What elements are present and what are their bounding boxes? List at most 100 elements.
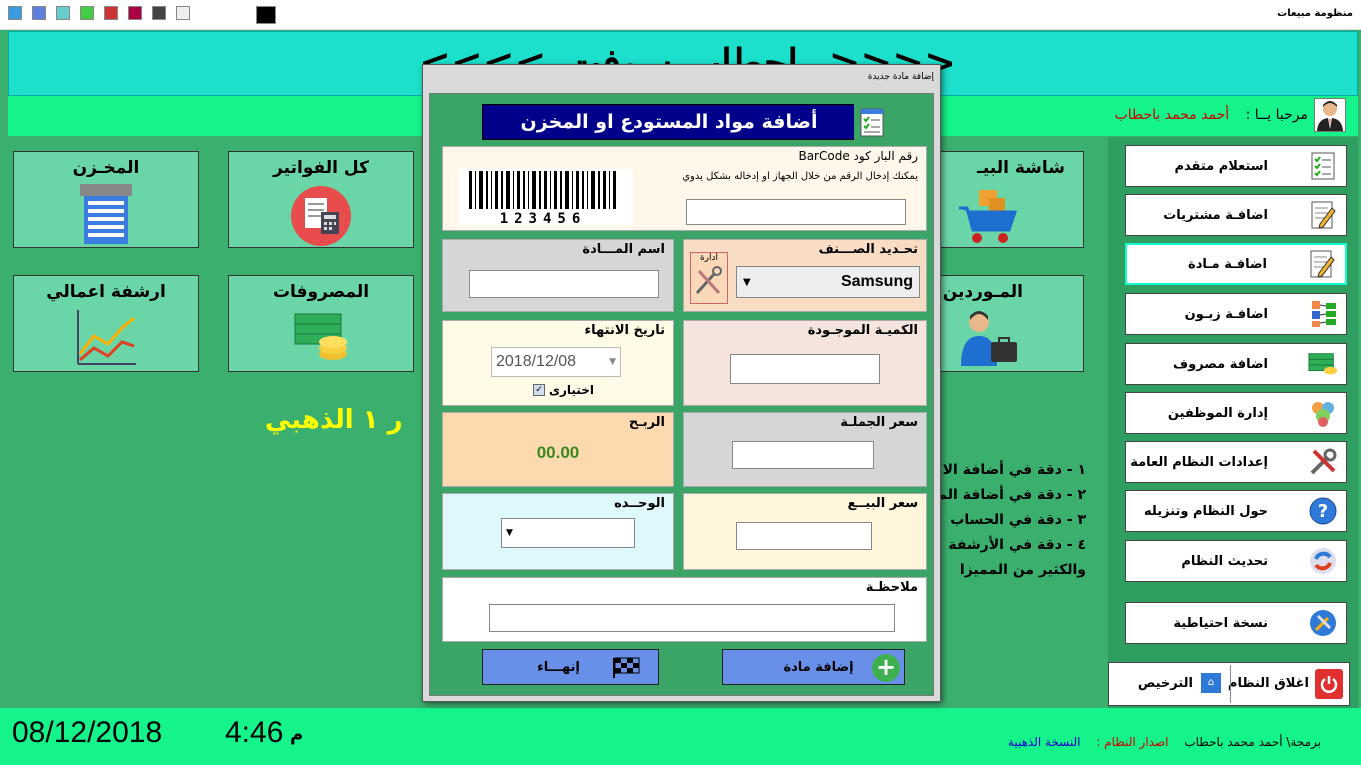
unit-label: الوحــده bbox=[614, 496, 665, 511]
version-label: اصدار النظام : bbox=[1096, 735, 1169, 749]
power-icon[interactable] bbox=[1315, 669, 1343, 699]
sidebar-item-add-expense[interactable]: اضافة مصروف bbox=[1125, 343, 1347, 385]
tile-label: المصروفات bbox=[272, 282, 370, 302]
svg-text:?: ? bbox=[1318, 501, 1328, 522]
checkered-flag-icon bbox=[612, 656, 640, 682]
top-bar: منظومة مبيعات bbox=[0, 0, 1361, 30]
expiry-panel: تاريخ الانتهاء 2018/12/08 ▼ اختيارى ✓ bbox=[442, 320, 674, 406]
unit-select[interactable]: ▼ bbox=[501, 518, 635, 548]
note-input[interactable] bbox=[489, 604, 895, 632]
feature-item: ٣ - دقة في الحساب bbox=[950, 512, 1086, 528]
category-selected: Samsung bbox=[840, 273, 913, 290]
tile-warehouse[interactable]: المخـزن bbox=[13, 151, 199, 248]
swatch[interactable] bbox=[128, 6, 142, 20]
license-button[interactable]: الترخيص bbox=[1138, 676, 1193, 691]
note-panel: ملاحظـة bbox=[442, 577, 927, 642]
checklist-icon bbox=[1308, 151, 1338, 181]
barcode-input[interactable] bbox=[686, 199, 906, 225]
tools-icon bbox=[1308, 447, 1338, 477]
sidebar-item-label: حول النظام وتنزيله bbox=[1144, 503, 1268, 519]
chevron-down-icon: ▼ bbox=[609, 357, 616, 367]
barcode-title: رقم البار كود BarCode bbox=[798, 149, 918, 163]
expiry-date-value: 2018/12/08 bbox=[496, 353, 577, 370]
wholesale-label: سعر الجملـة bbox=[840, 415, 918, 430]
manage-category-button[interactable]: ادارة bbox=[690, 252, 728, 304]
sidebar-item-add-purchases[interactable]: اضافـة مشتريات bbox=[1125, 194, 1347, 236]
barcode-hint: يمكنك إدخال الرقم من خلال الجهاز او إدخا… bbox=[682, 171, 918, 182]
add-material-button[interactable]: + إضافة مادة bbox=[722, 649, 905, 685]
category-select[interactable]: ▼ Samsung bbox=[736, 266, 920, 298]
add-material-dialog: إضافة مادة جديدة أضافة مواد المستودع او … bbox=[422, 64, 941, 702]
quantity-label: الكميـة الموجـودة bbox=[807, 323, 918, 338]
checkbox-icon[interactable]: ✓ bbox=[533, 384, 545, 396]
sidebar-item-backup[interactable]: نسخة احتياطية bbox=[1125, 602, 1347, 644]
tile-label: ارشفة اعمالي bbox=[46, 282, 166, 302]
help-icon: ? bbox=[1308, 496, 1338, 526]
profit-value: 00.00 bbox=[536, 443, 580, 462]
name-input[interactable] bbox=[469, 270, 659, 298]
dialog-heading: أضافة مواد المستودع او المخزن bbox=[482, 104, 856, 140]
sidebar-item-label: نسخة احتياطية bbox=[1173, 615, 1268, 631]
refresh-icon bbox=[1308, 546, 1338, 576]
name-label: اسم المـــادة bbox=[582, 242, 665, 257]
optional-check[interactable]: اختيارى ✓ bbox=[533, 383, 594, 397]
wholesale-panel: سعر الجملـة bbox=[683, 412, 927, 487]
credit-by: برمجة\ أحمد محمد باحطاب bbox=[1184, 735, 1321, 749]
profit-panel: الربـح 00.00 bbox=[442, 412, 674, 487]
sidebar-item-add-customer[interactable]: اضافـة زبـون bbox=[1125, 293, 1347, 335]
chevron-down-icon: ▼ bbox=[506, 528, 513, 538]
money-icon bbox=[289, 308, 353, 370]
quantity-panel: الكميـة الموجـودة bbox=[683, 320, 927, 406]
barcode-icon: 123456 bbox=[459, 169, 633, 227]
tile-expenses[interactable]: المصروفات bbox=[228, 275, 414, 372]
swatch[interactable] bbox=[8, 6, 22, 20]
expiry-date-picker[interactable]: 2018/12/08 ▼ bbox=[491, 347, 621, 377]
close-system-button[interactable]: اغلاق النظام bbox=[1228, 676, 1309, 691]
sidebar-item-about-system[interactable]: حول النظام وتنزيله ? bbox=[1125, 490, 1347, 532]
time-display: 4:46 bbox=[225, 716, 284, 749]
swatch[interactable] bbox=[176, 6, 190, 20]
sidebar-item-system-settings[interactable]: إعدادات النظام العامة bbox=[1125, 441, 1347, 483]
wholesale-input[interactable] bbox=[732, 441, 874, 469]
invoices-icon bbox=[289, 184, 353, 250]
credits: برمجة\ أحمد محمد باحطاب اصدار النظام : ا… bbox=[1008, 735, 1321, 749]
backup-icon bbox=[1308, 608, 1338, 638]
feature-item: ٤ - دقة في الأرشفة bbox=[948, 537, 1086, 553]
swatch[interactable] bbox=[32, 6, 46, 20]
bottom-strip: اغلاق النظام ⌂ الترخيص bbox=[1108, 662, 1350, 706]
welcome-label: مرحبا يــا : bbox=[1245, 107, 1308, 123]
cart-icon bbox=[957, 184, 1021, 250]
warehouse-icon bbox=[74, 184, 138, 248]
license-icon: ⌂ bbox=[1201, 673, 1221, 693]
sidebar-item-label: تحديث النظام bbox=[1181, 553, 1268, 569]
gold-edition-text: ر ١ الذهبي bbox=[265, 405, 403, 435]
optional-label: اختيارى bbox=[549, 383, 594, 397]
swatch[interactable] bbox=[80, 6, 94, 20]
sidebar-item-label: إعدادات النظام العامة bbox=[1130, 454, 1268, 470]
sidebar-item-add-material[interactable]: اضافـة مـادة bbox=[1125, 243, 1347, 285]
swatch[interactable] bbox=[104, 6, 118, 20]
swatch[interactable] bbox=[256, 6, 276, 24]
note-label: ملاحظـة bbox=[865, 580, 918, 595]
dialog-body: أضافة مواد المستودع او المخزن رقم البار … bbox=[429, 93, 934, 696]
swatch[interactable] bbox=[152, 6, 166, 20]
sale-price-input[interactable] bbox=[736, 522, 872, 550]
status-bar: 08/12/2018 4:46 م برمجة\ أحمد محمد باحطا… bbox=[0, 708, 1361, 765]
category-panel: تحـديد الصـــنف ادارة ▼ Samsung bbox=[683, 239, 927, 312]
sidebar-item-manage-employees[interactable]: إدارة الموظفين bbox=[1125, 392, 1347, 434]
quantity-input[interactable] bbox=[730, 354, 880, 384]
sidebar-item-label: إدارة الموظفين bbox=[1167, 405, 1268, 421]
sidebar-item-update-system[interactable]: تحديث النظام bbox=[1125, 540, 1347, 582]
manage-label: ادارة bbox=[699, 253, 719, 263]
category-label: تحـديد الصـــنف bbox=[818, 242, 918, 257]
user-avatar-icon bbox=[1314, 98, 1346, 132]
tile-invoices[interactable]: كل الفواتير bbox=[228, 151, 414, 248]
tile-archive[interactable]: ارشفة اعمالي bbox=[13, 275, 199, 372]
finish-button[interactable]: إنهـــاء bbox=[482, 649, 659, 685]
app-title: منظومة مبيعات bbox=[1277, 8, 1353, 19]
swatch[interactable] bbox=[56, 6, 70, 20]
tools-icon bbox=[695, 266, 722, 295]
welcome-user: أحمد محمد باحطاب bbox=[1114, 107, 1230, 123]
sidebar-item-advanced-query[interactable]: استعلام متقدم bbox=[1125, 145, 1347, 187]
edit-icon bbox=[1308, 200, 1338, 230]
